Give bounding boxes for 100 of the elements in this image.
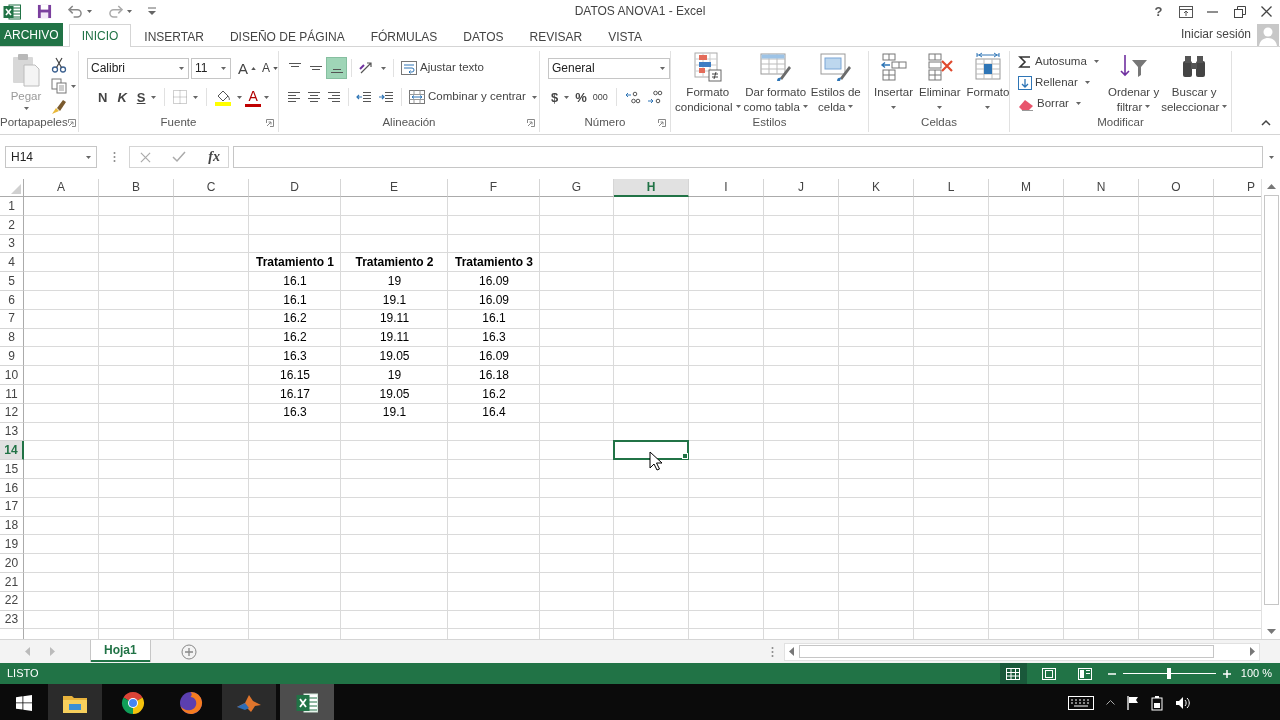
column-header[interactable]: O [1139,179,1214,197]
column-header[interactable]: H [614,179,689,197]
sign-in-link[interactable]: Iniciar sesión [1180,27,1251,42]
minimize-icon[interactable] [1207,10,1218,13]
scrollbar-thumb[interactable] [1263,195,1279,605]
column-header[interactable]: P [1214,179,1261,197]
font-name-field[interactable]: Calibri [87,57,189,79]
save-icon[interactable] [37,4,52,19]
taskbar-button[interactable] [48,684,102,720]
ribbon-tab[interactable]: INICIO [68,24,132,47]
scroll-left-icon[interactable] [789,647,794,656]
column-header[interactable]: I [689,179,764,197]
insert-function-button[interactable]: fx [206,150,222,164]
help-button[interactable]: ? [1145,0,1172,23]
autosum-button[interactable]: Autosuma [1015,51,1107,72]
align-bottom-button[interactable] [326,57,347,79]
drag-handle-icon[interactable] [113,151,116,163]
start-icon[interactable] [16,694,32,711]
caret-icon[interactable] [87,10,92,13]
caret-icon[interactable] [381,66,386,70]
sheet-tab[interactable]: Hoja1 [91,640,150,662]
column-header[interactable]: D [249,179,341,197]
ribbon-display-icon[interactable] [1178,5,1193,18]
scrollbar-thumb[interactable] [799,645,1214,658]
scroll-down-icon[interactable] [1266,629,1276,634]
check-icon[interactable] [171,151,186,163]
column-header[interactable]: F [448,179,540,197]
speaker-icon[interactable] [1175,695,1191,710]
column-header[interactable]: L [914,179,989,197]
wrap-text-button[interactable]: Ajustar texto [398,57,487,79]
column-header[interactable]: B [99,179,174,197]
caret-icon[interactable] [263,95,269,99]
font-color-button[interactable]: A [245,87,261,107]
scroll-right-icon[interactable] [1250,647,1255,656]
caret-icon[interactable] [531,95,537,99]
copy-icon[interactable] [51,78,67,94]
number-format-field[interactable]: General [548,57,670,79]
percent-button[interactable]: % [572,86,590,108]
ribbon-tab[interactable]: DATOS [450,25,517,47]
insert-cells-button[interactable]: Insertar [873,51,914,114]
fill-handle[interactable] [682,453,688,460]
battery-icon[interactable] [1151,694,1163,711]
align-left-icon[interactable] [287,91,301,103]
column-header[interactable]: M [989,179,1064,197]
column-header[interactable]: N [1064,179,1139,197]
currency-button[interactable]: $ [548,86,562,108]
caret-icon[interactable] [564,95,570,99]
zoom-slider-thumb[interactable] [1167,668,1172,679]
delete-cells-button[interactable]: Eliminar [918,51,962,114]
dialog-launcher-icon[interactable] [67,119,76,127]
restore-icon[interactable] [1233,5,1246,18]
scissors-icon[interactable] [51,57,67,73]
flag-icon[interactable] [1127,695,1139,710]
caret-icon[interactable] [127,10,132,13]
caret-icon[interactable] [237,95,243,99]
ribbon-tab[interactable]: REVISAR [516,25,596,47]
dialog-launcher-icon[interactable] [266,119,274,127]
undo-icon[interactable] [68,5,83,18]
fill-bucket-icon[interactable] [215,88,232,106]
column-header[interactable]: C [174,179,249,197]
comma-style-button[interactable]: 000 [589,86,611,108]
find-select-button[interactable]: Buscar y seleccionar [1160,51,1229,114]
zoom-in-icon[interactable] [1222,669,1231,678]
bold-button[interactable]: N [95,86,111,108]
clear-button[interactable]: Borrar [1015,93,1107,114]
sort-filter-button[interactable]: Ordenar y filtrar [1107,51,1161,114]
ribbon-tab[interactable]: FÓRMULAS [357,25,451,47]
caret-icon[interactable] [151,95,157,99]
brush-icon[interactable] [51,99,67,115]
collapse-ribbon-icon[interactable] [1261,119,1271,126]
align-center-icon[interactable] [307,91,321,103]
dialog-launcher-icon[interactable] [527,119,535,127]
name-box[interactable]: H14 [5,146,97,168]
underline-button[interactable]: S [133,86,149,108]
align-right-icon[interactable] [327,91,341,103]
customize-icon[interactable] [148,7,156,16]
increase-indent-icon[interactable] [378,91,394,103]
ribbon-tab[interactable]: DISEÑO DE PÁGINA [216,25,358,47]
column-header[interactable]: E [341,179,448,197]
keyboard-icon[interactable] [1068,695,1094,710]
italic-button[interactable]: K [114,86,130,108]
ribbon-tab[interactable]: VISTA [595,25,656,47]
column-header[interactable]: J [764,179,839,197]
drag-handle-icon[interactable] [771,645,774,658]
caret-icon[interactable] [193,95,199,99]
fill-button[interactable]: Rellenar [1015,72,1107,93]
column-header[interactable]: G [540,179,614,197]
increase-decimal-icon[interactable] [624,90,641,104]
merge-center-button[interactable]: Combinar y centrar [406,86,529,108]
file-tab[interactable]: ARCHIVO [0,23,63,46]
close-icon[interactable] [1261,6,1272,17]
normal-view-button[interactable] [999,663,1027,684]
grow-font-button[interactable]: A [235,57,259,79]
zoom-out-icon[interactable] [1107,672,1116,675]
decrease-decimal-icon[interactable] [646,90,663,104]
dialog-launcher-icon[interactable] [658,119,666,127]
caret-icon[interactable] [71,84,76,88]
decrease-indent-icon[interactable] [356,91,372,103]
ribbon-tab[interactable]: INSERTAR [131,25,217,47]
orientation-icon[interactable] [359,61,375,75]
